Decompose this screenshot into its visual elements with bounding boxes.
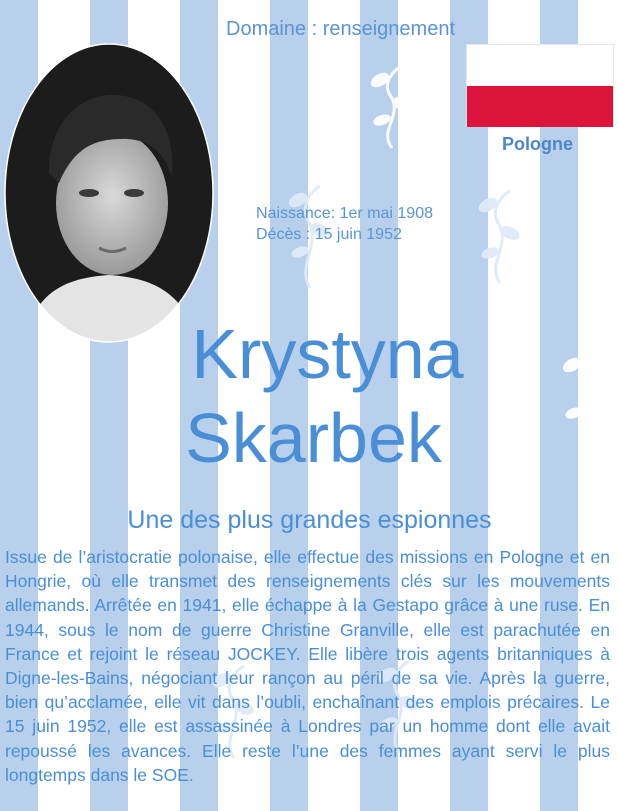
subtitle: Une des plus grandes espionnes — [127, 506, 492, 534]
country-label: Pologne — [502, 134, 573, 154]
leaf-ornament-icon — [478, 189, 520, 284]
flag-red-band — [467, 86, 613, 127]
flag-white-band — [467, 45, 613, 86]
portrait-photo — [4, 43, 214, 343]
leaf-ornament-icon — [370, 64, 412, 149]
biography-text: Issue de l’aristocratie polonaise, elle … — [5, 547, 610, 785]
first-name: Krystyna — [191, 315, 464, 393]
life-dates: Naissance: 1er mai 1908 Décès : 15 juin … — [256, 203, 433, 245]
profile-card: Domaine : renseignement Pologne Naissanc… — [0, 0, 619, 811]
death-date: Décès : 15 juin 1952 — [256, 226, 402, 243]
birth-date: Naissance: 1er mai 1908 — [256, 205, 433, 222]
poland-flag — [466, 44, 614, 127]
last-name: Skarbek — [185, 399, 442, 477]
domain-label: Domaine : renseignement — [226, 18, 456, 40]
